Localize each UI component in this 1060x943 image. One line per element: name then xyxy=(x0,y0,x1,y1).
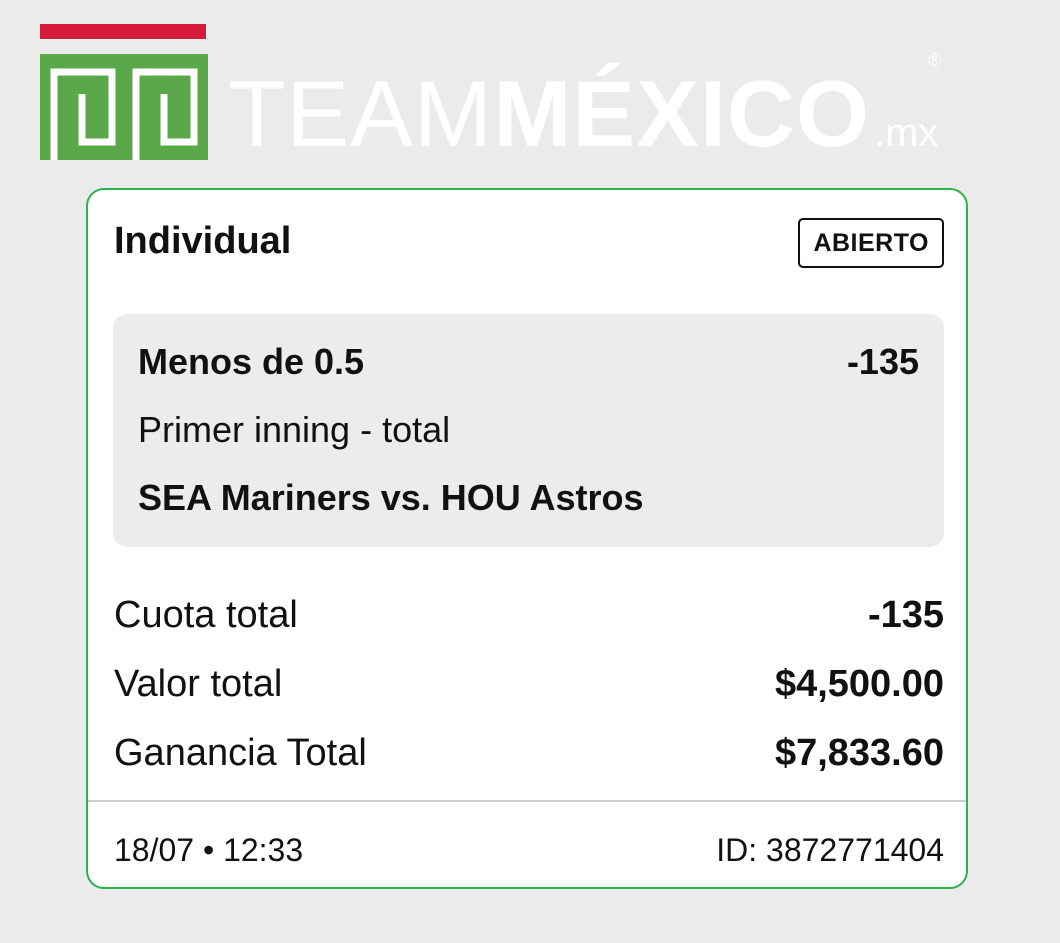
total-stake-value: $4,500.00 xyxy=(774,663,944,705)
status-badge: ABIERTO xyxy=(798,218,944,268)
summary-row-total-winnings: Ganancia Total $7,833.60 xyxy=(114,730,944,799)
total-odds-label: Cuota total xyxy=(114,594,298,636)
bet-ticket-card[interactable]: Individual ABIERTO Menos de 0.5 -135 Pri… xyxy=(86,188,968,889)
logo-domain: .mx xyxy=(873,111,939,155)
selection-market: Primer inning - total xyxy=(138,409,451,450)
ticket-id: ID: 3872771404 xyxy=(716,832,944,868)
logo-word-team: TEAM xyxy=(228,61,494,166)
selection-box: Menos de 0.5 -135 Primer inning - total … xyxy=(113,314,944,547)
selection-event: SEA Mariners vs. HOU Astros xyxy=(138,477,644,518)
ticket-summary: Cuota total -135 Valor total $4,500.00 G… xyxy=(114,592,944,799)
registered-mark: ® xyxy=(928,50,942,70)
summary-row-total-odds: Cuota total -135 xyxy=(114,592,944,661)
total-winnings-value: $7,833.60 xyxy=(774,732,944,774)
footer-divider xyxy=(88,800,966,802)
total-stake-label: Valor total xyxy=(114,663,283,705)
logo-wordmark: TEAM MÉXICO .mx xyxy=(228,64,938,164)
logo-red-bar xyxy=(40,24,206,39)
selection-odds: -135 xyxy=(846,341,919,382)
total-odds-value: -135 xyxy=(867,594,944,636)
selection-pick: Menos de 0.5 xyxy=(138,341,365,382)
logo-mark-icon xyxy=(40,54,208,160)
summary-row-total-stake: Valor total $4,500.00 xyxy=(114,661,944,730)
total-winnings-label: Ganancia Total xyxy=(114,732,367,774)
logo-word-mexico: MÉXICO xyxy=(493,61,870,166)
ticket-datetime: 18/07 • 12:33 xyxy=(114,832,304,868)
team-mexico-logo: TEAM MÉXICO .mx ® xyxy=(40,24,1030,164)
ticket-header: Individual ABIERTO xyxy=(114,218,944,268)
ticket-footer: 18/07 • 12:33 ID: 3872771404 xyxy=(114,830,944,870)
bet-type-label: Individual xyxy=(114,220,292,262)
